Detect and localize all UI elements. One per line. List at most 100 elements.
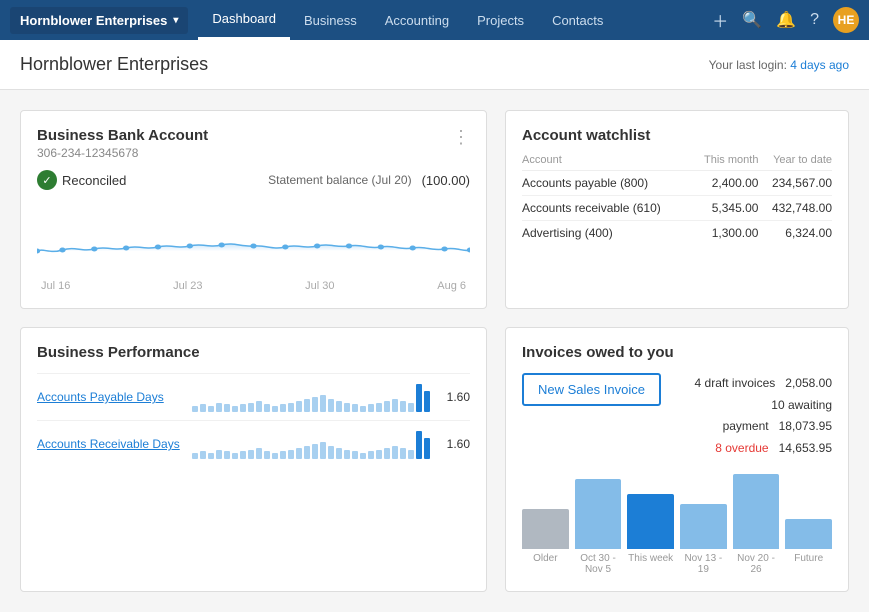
perf-bar xyxy=(224,404,230,412)
perf-bar xyxy=(288,403,294,412)
perf-bar xyxy=(320,395,326,412)
perf-bar xyxy=(240,404,246,412)
perf-bar xyxy=(384,401,390,412)
perf-bar xyxy=(344,403,350,412)
watchlist-title: Account watchlist xyxy=(522,127,832,144)
brand-caret: ▾ xyxy=(173,15,178,26)
perf-bar xyxy=(288,450,294,459)
watchlist-card: Account watchlist Account This month Yea… xyxy=(505,110,849,309)
performance-rows: Accounts Payable Days 1.60 Accounts Rece… xyxy=(37,373,470,467)
search-icon[interactable]: 🔍 xyxy=(742,10,762,30)
perf-bar xyxy=(376,450,382,459)
invoice-bar-label: Oct 30 - Nov 5 xyxy=(575,553,622,575)
invoices-card: Invoices owed to you New Sales Invoice 4… xyxy=(505,327,849,592)
perf-bar xyxy=(320,442,326,459)
perf-bar xyxy=(272,453,278,459)
invoice-bar xyxy=(522,509,569,549)
statement-info: Statement balance (Jul 20) (100.00) xyxy=(268,173,470,188)
perf-bar xyxy=(208,453,214,459)
help-icon[interactable]: ? xyxy=(810,11,819,29)
check-circle-icon: ✓ xyxy=(37,170,57,190)
perf-bar xyxy=(192,453,198,459)
performance-card: Business Performance Accounts Payable Da… xyxy=(20,327,487,592)
perf-bar xyxy=(248,450,254,459)
perf-bar xyxy=(328,446,334,459)
nav-link-accounting[interactable]: Accounting xyxy=(371,0,463,40)
invoice-bar-col xyxy=(522,509,569,549)
invoice-bar-col xyxy=(627,494,674,549)
perf-bar xyxy=(368,451,374,459)
invoice-bar-col xyxy=(733,474,780,549)
perf-bar xyxy=(224,451,230,459)
bank-account-number: 306-234-12345678 xyxy=(37,146,208,160)
perf-bar xyxy=(272,406,278,412)
chart-labels: Jul 16 Jul 23 Jul 30 Aug 6 xyxy=(37,280,470,292)
new-invoice-button[interactable]: New Sales Invoice xyxy=(522,373,661,406)
nav-link-business[interactable]: Business xyxy=(290,0,371,40)
statement-amount: (100.00) xyxy=(422,173,470,188)
perf-bar xyxy=(312,444,318,459)
perf-bar xyxy=(360,453,366,459)
perf-bar xyxy=(264,451,270,459)
bank-card-header: Business Bank Account 306-234-12345678 ⋮ xyxy=(37,127,470,160)
perf-bar xyxy=(424,391,430,412)
statement-label: Statement balance (Jul 20) xyxy=(268,173,411,187)
bank-more-button[interactable]: ⋮ xyxy=(452,127,470,148)
nav-links: Dashboard Business Accounting Projects C… xyxy=(198,0,712,40)
perf-bar xyxy=(248,403,254,412)
nav-link-contacts[interactable]: Contacts xyxy=(538,0,617,40)
perf-bar xyxy=(368,404,374,412)
nav-link-projects[interactable]: Projects xyxy=(463,0,538,40)
perf-bar xyxy=(200,404,206,412)
navigation: Hornblower Enterprises ▾ Dashboard Busin… xyxy=(0,0,869,40)
invoice-bar xyxy=(733,474,780,549)
invoice-bar xyxy=(627,494,674,549)
performance-row: Accounts Payable Days 1.60 xyxy=(37,373,470,420)
invoice-stats: 4 draft invoices 2,058.00 10 awaiting pa… xyxy=(677,373,832,459)
perf-bar xyxy=(328,399,334,412)
invoice-labels: OlderOct 30 - Nov 5This weekNov 13 - 19N… xyxy=(522,553,832,575)
invoice-bar-label: Nov 20 - 26 xyxy=(733,553,780,575)
perf-bar xyxy=(416,431,422,459)
perf-bar xyxy=(232,406,238,412)
invoice-bars xyxy=(522,469,832,549)
invoice-bar-label: Older xyxy=(522,553,569,575)
add-icon[interactable]: ＋ xyxy=(712,8,728,32)
perf-bar xyxy=(280,451,286,459)
watchlist-row: Advertising (400)1,300.006,324.00 xyxy=(522,221,832,246)
perf-bar xyxy=(408,403,414,412)
perf-label[interactable]: Accounts Receivable Days xyxy=(37,437,182,451)
perf-bar xyxy=(336,401,342,412)
nav-link-dashboard[interactable]: Dashboard xyxy=(198,0,290,40)
user-avatar[interactable]: HE xyxy=(833,7,859,33)
performance-row: Accounts Receivable Days 1.60 xyxy=(37,420,470,467)
perf-bar xyxy=(400,448,406,459)
notification-icon[interactable]: 🔔 xyxy=(776,10,796,30)
last-login-link[interactable]: 4 days ago xyxy=(790,58,849,72)
invoices-title: Invoices owed to you xyxy=(522,344,832,361)
bank-title: Business Bank Account xyxy=(37,127,208,144)
last-login: Your last login: 4 days ago xyxy=(709,58,849,72)
perf-bar xyxy=(408,450,414,459)
perf-label[interactable]: Accounts Payable Days xyxy=(37,390,182,404)
invoices-top: New Sales Invoice 4 draft invoices 2,058… xyxy=(522,373,832,459)
watchlist-table: Account This month Year to date Accounts… xyxy=(522,154,832,245)
brand-button[interactable]: Hornblower Enterprises ▾ xyxy=(10,7,188,34)
invoice-bar-label: Nov 13 - 19 xyxy=(680,553,727,575)
perf-bar xyxy=(200,451,206,459)
perf-bar xyxy=(264,404,270,412)
perf-bar xyxy=(360,406,366,412)
perf-bar xyxy=(304,446,310,459)
invoice-bar-col xyxy=(575,479,622,549)
bank-account-card: Business Bank Account 306-234-12345678 ⋮… xyxy=(20,110,487,309)
perf-bar xyxy=(192,406,198,412)
perf-bar xyxy=(400,401,406,412)
main-content: Business Bank Account 306-234-12345678 ⋮… xyxy=(0,90,869,612)
page-header: Hornblower Enterprises Your last login: … xyxy=(0,40,869,90)
perf-bar xyxy=(240,451,246,459)
perf-bar xyxy=(424,438,430,459)
perf-bar xyxy=(256,448,262,459)
nav-icons: ＋ 🔍 🔔 ? HE xyxy=(712,7,859,33)
perf-bar xyxy=(344,450,350,459)
perf-bar xyxy=(256,401,262,412)
